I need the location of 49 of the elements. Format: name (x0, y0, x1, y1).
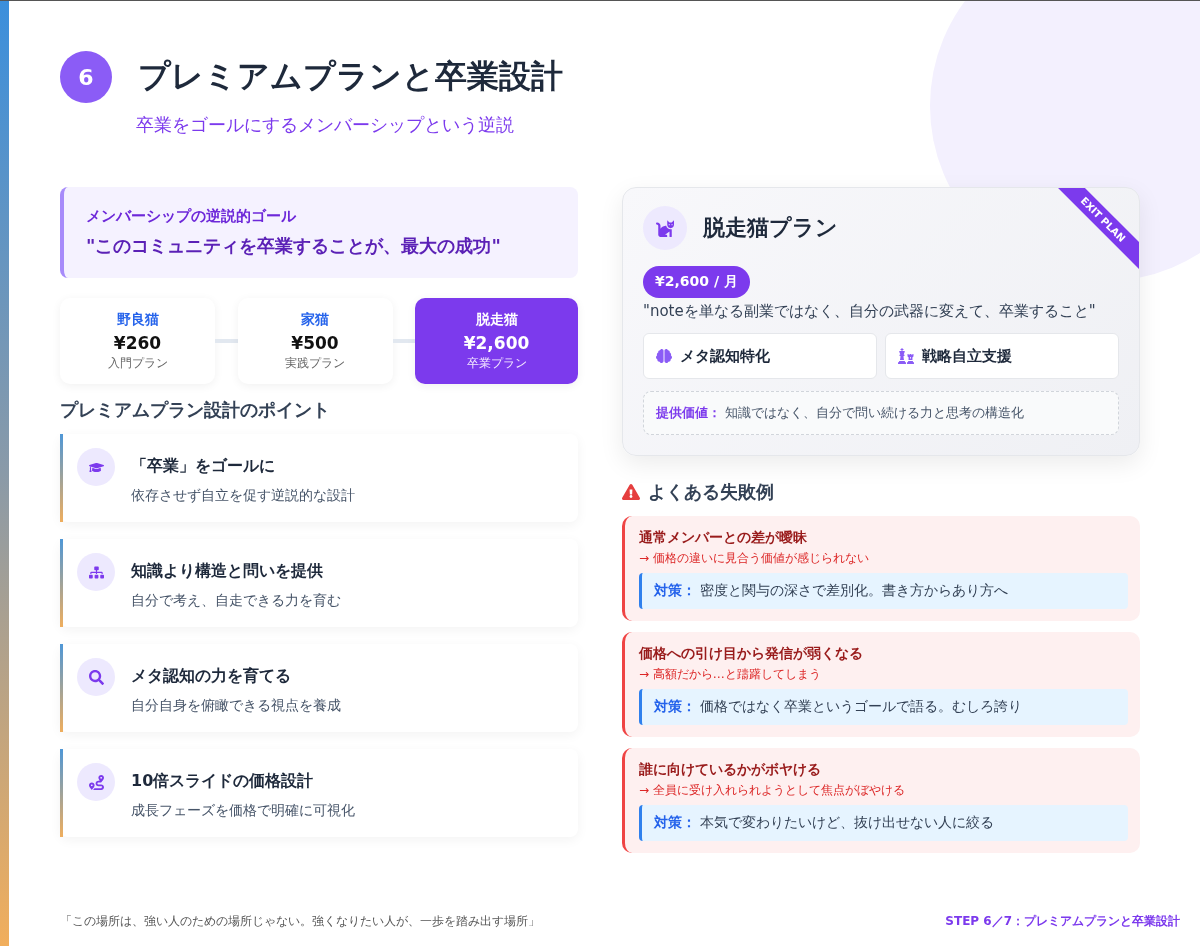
price-pill: ¥2,600 / 月 (643, 266, 750, 298)
hierarchy-icon (77, 553, 115, 591)
failure-title: 誰に向けているかがボヤける (639, 761, 821, 779)
plan-price: ¥260 (113, 332, 162, 353)
value-text: 提供価値： 知識ではなく、自分で問い続ける力と思考の構造化 (656, 404, 1024, 422)
footer-step-label: STEP 6／7：プレミアムプランと卒業設計 (945, 913, 1180, 930)
plan-tagline: "noteを単なる副業ではなく、自分の武器に変えて、卒業すること" (643, 302, 1096, 321)
plan-name: 家猫 (301, 310, 329, 329)
point-title: メタ認知の力を育てる (131, 666, 291, 687)
countermeasure-text: 対策： 本気で変わりたいけど、抜け出せない人に絞る (639, 805, 1128, 841)
footer-quote: 「この場所は、強い人のための場所じゃない。強くなりたい人が、一歩を踏み出す場所」 (60, 913, 540, 930)
plan-price: ¥500 (291, 332, 339, 353)
point-title: 知識より構造と問いを提供 (131, 561, 323, 582)
point-title: 「卒業」をゴールに (131, 456, 275, 477)
route-icon (77, 763, 115, 801)
countermeasure-text: 対策： 密度と関与の深さで差別化。書き方からあり方へ (639, 573, 1128, 609)
chess-pieces-icon (898, 348, 914, 364)
point-description: 成長フェーズを価格で明確に可視化 (131, 802, 355, 820)
plan-caption: 実践プラン (285, 354, 345, 372)
featured-plan-name: 脱走猫プラン (703, 214, 838, 242)
goal-label: メンバーシップの逆説的ゴール (86, 207, 296, 226)
section-heading: プレミアムプラン設計のポイント (60, 398, 330, 422)
failure-consequence: → 高額だから…と躊躇してしまう (639, 666, 821, 683)
point-title: 10倍スライドの価格設計 (131, 771, 314, 792)
feature-label: 戦略自立支援 (922, 346, 1012, 366)
page-title: プレミアムプランと卒業設計 (138, 56, 563, 97)
feature-label: メタ認知特化 (680, 346, 770, 366)
failure-consequence: → 全員に受け入れられようとして焦点がぼやける (639, 782, 905, 799)
failure-title: 通常メンバーとの差が曖昧 (639, 529, 807, 547)
plan-name: 脱走猫 (475, 310, 518, 329)
step-number-badge: 6 (60, 51, 112, 103)
page-subtitle: 卒業をゴールにするメンバーシップという逆説 (136, 113, 514, 137)
section-heading: よくある失敗例 (648, 480, 774, 504)
search-icon (77, 658, 115, 696)
point-description: 依存させず自立を促す逆説的な設計 (131, 487, 355, 505)
plan-price: ¥2,600 (463, 332, 530, 353)
graduation-cap-icon (77, 448, 115, 486)
cat-icon (643, 206, 687, 250)
plan-caption: 卒業プラン (466, 354, 527, 372)
goal-quote: "このコミュニティを卒業することが、最大の成功" (86, 234, 501, 258)
countermeasure-text: 対策： 価格ではなく卒業というゴールで語る。むしろ誇り (639, 689, 1128, 725)
brain-icon (656, 348, 672, 364)
failure-title: 価格への引け目から発信が弱くなる (639, 645, 863, 663)
plan-name: 野良猫 (116, 310, 159, 329)
plan-caption: 入門プラン (107, 354, 168, 372)
warning-icon (622, 483, 640, 501)
point-description: 自分で考え、自走できる力を育む (131, 592, 341, 610)
point-description: 自分自身を俯瞰できる視点を養成 (131, 697, 341, 715)
failure-consequence: → 価格の違いに見合う価値が感じられない (639, 550, 869, 567)
